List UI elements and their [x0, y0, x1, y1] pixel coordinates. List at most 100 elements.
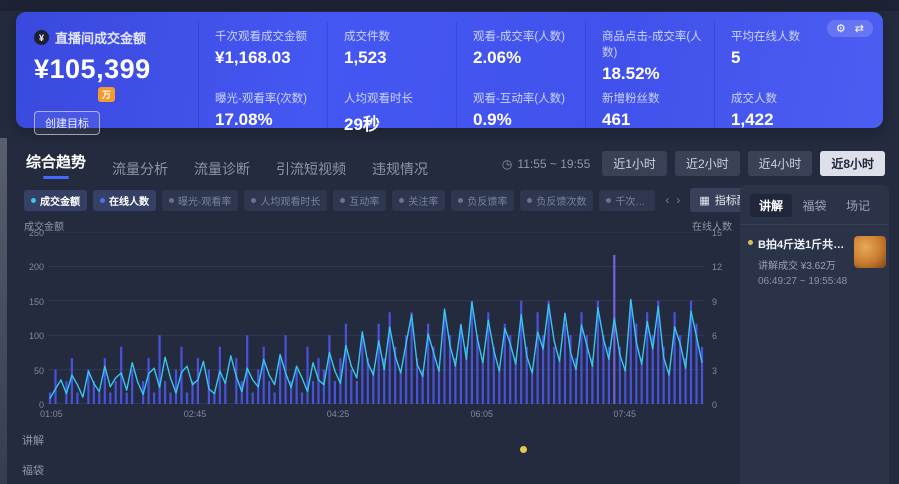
x-tick-label: 07:45: [613, 409, 636, 419]
chip-follow-rate[interactable]: 关注率: [392, 190, 445, 211]
x-tick-label: 02:45: [184, 409, 207, 419]
left-edge-strip: [0, 138, 7, 484]
metric-value: 18.52%: [602, 64, 714, 84]
range-button-1h[interactable]: 近1小时: [602, 151, 667, 176]
right-tick-label: 6: [712, 331, 717, 341]
nav-tab-bar: 综合趋势 流量分析 流量诊断 引流短视频 违规情况: [26, 151, 428, 179]
metric-chip-bar: 成交金额 在线人数 曝光-观看率 人均观看时长 互动率 关注率 负反馈率 负反馈…: [24, 188, 768, 212]
chip-interaction-rate[interactable]: 互动率: [333, 190, 386, 211]
range-button-8h[interactable]: 近8小时: [820, 151, 885, 176]
chip-label: 成交金额: [40, 193, 80, 208]
chip-label: 在线人数: [109, 193, 149, 208]
metric-cell: 观看-成交率(人数)2.06%: [456, 22, 585, 84]
tab-label: 综合趋势: [26, 154, 86, 171]
chip-avg-watch-time[interactable]: 人均观看时长: [244, 190, 327, 211]
metric-label: 成交件数: [344, 28, 456, 44]
chip-label: 负反馈次数: [536, 193, 586, 208]
item-deal-amount: 讲解成交 ¥3.62万: [758, 257, 850, 272]
chip-pagination: ‹ ›: [665, 193, 680, 207]
metric-value: 17.08%: [215, 110, 327, 130]
tab-traffic-analysis[interactable]: 流量分析: [112, 159, 168, 179]
chip-online-users[interactable]: 在线人数: [93, 190, 156, 211]
chip-label: 互动率: [349, 193, 379, 208]
main-metric-label-row: ¥ 直播间成交金额: [34, 28, 198, 47]
metric-cell: 成交人数1,422: [714, 84, 843, 135]
right-tick-label: 15: [712, 228, 722, 238]
tab-label: 流量分析: [112, 161, 168, 177]
time-range-text: 11:55 ~ 19:55: [517, 157, 590, 171]
series-dot-icon: [251, 198, 256, 203]
metric-label: 千次观看成交金额: [215, 28, 327, 44]
main-metric-block: ¥ 直播间成交金额 ¥105,399 万 创建目标: [16, 12, 198, 128]
card-icon-group: ⚙ ⇄: [827, 20, 873, 37]
side-panel-tab-bar: 讲解 福袋 场记: [740, 185, 889, 225]
metric-cell: 观看-互动率(人数)0.9%: [456, 84, 585, 135]
range-button-4h[interactable]: 近4小时: [748, 151, 813, 176]
tab-traffic-diagnosis[interactable]: 流量诊断: [194, 159, 250, 179]
side-tab-luckybag[interactable]: 福袋: [793, 194, 835, 217]
metric-cell: 千次观看成交金额 ¥1,168.03: [198, 22, 327, 84]
session-side-panel: 讲解 福袋 场记 B拍4斤送1斤共35-4... 讲解成交 ¥3.62万 06:…: [740, 185, 889, 484]
metric-cell: 新增粉丝数461: [585, 84, 714, 135]
main-metric-label: 直播间成交金额: [55, 28, 146, 47]
chip-negative-feedback-count[interactable]: 负反馈次数: [520, 190, 593, 211]
metric-value: 5: [731, 48, 843, 68]
yen-circle-icon: ¥: [34, 30, 49, 45]
tab-overall-trend[interactable]: 综合趋势: [26, 151, 86, 179]
event-marker-dot[interactable]: [520, 446, 527, 453]
tab-label: 流量诊断: [194, 161, 250, 177]
product-thumbnail: [854, 236, 886, 268]
chip-label: 千次观看: [615, 193, 648, 208]
left-tick-label: 50: [34, 366, 44, 376]
item-title: B拍4斤送1斤共35-4...: [758, 236, 850, 252]
side-tab-explain[interactable]: 讲解: [750, 194, 792, 217]
chart-svg: [48, 232, 704, 404]
explain-list-item[interactable]: B拍4斤送1斤共35-4... 讲解成交 ¥3.62万 06:49:27 ~ 1…: [740, 225, 889, 287]
metric-label: 曝光-观看率(次数): [215, 90, 327, 106]
chip-negative-feedback-rate[interactable]: 负反馈率: [451, 190, 514, 211]
chip-prev-icon[interactable]: ‹: [665, 193, 669, 207]
x-axis-ticks: 01:0502:4504:2506:0507:45: [48, 409, 704, 421]
chip-next-icon[interactable]: ›: [676, 193, 680, 207]
series-dot-icon: [606, 198, 611, 203]
series-dot-icon: [169, 198, 174, 203]
side-tab-notes[interactable]: 场记: [837, 194, 879, 217]
unit-badge: 万: [98, 87, 115, 102]
metric-cell: 人均观看时长 29秒: [327, 84, 456, 135]
create-goal-button[interactable]: 创建目标: [34, 111, 100, 135]
metric-value: 1,523: [344, 48, 456, 68]
tab-short-video[interactable]: 引流短视频: [276, 159, 346, 179]
active-tab-underline: [43, 176, 69, 179]
main-metric-value: ¥105,399: [34, 54, 198, 85]
swap-arrows-icon[interactable]: ⇄: [855, 22, 864, 35]
metric-value: 1,422: [731, 110, 843, 130]
range-button-2h[interactable]: 近2小时: [675, 151, 740, 176]
chip-label: 人均观看时长: [260, 193, 320, 208]
metric-value: ¥1,168.03: [215, 48, 327, 68]
left-tick-label: 200: [29, 262, 44, 272]
x-tick-label: 04:25: [327, 409, 350, 419]
metric-value: 2.06%: [473, 48, 585, 68]
trend-chart-plot[interactable]: [48, 232, 704, 404]
timeline-row-label-luckybag: 福袋: [22, 462, 44, 478]
clock-icon: ◷: [502, 157, 512, 171]
chip-gmv[interactable]: 成交金额: [24, 190, 87, 211]
right-tick-label: 3: [712, 366, 717, 376]
chip-per-thousand-views[interactable]: 千次观看: [599, 190, 655, 211]
header-metrics-card: ¥ 直播间成交金额 ¥105,399 万 创建目标 千次观看成交金额 ¥1,168…: [16, 12, 883, 128]
metric-label: 人均观看时长: [344, 90, 456, 106]
timeline-row-label-explain: 讲解: [22, 432, 44, 448]
metric-cell: 成交件数 1,523: [327, 22, 456, 84]
chip-label: 曝光-观看率: [178, 193, 231, 208]
chip-label: 关注率: [408, 193, 438, 208]
chip-exposure-view-rate[interactable]: 曝光-观看率: [162, 190, 238, 211]
tab-violations[interactable]: 违规情况: [372, 159, 428, 179]
right-tick-label: 9: [712, 297, 717, 307]
grid-icon: ▦: [699, 194, 709, 207]
metric-cell: 平均在线人数5: [714, 22, 843, 84]
metric-value: 29秒: [344, 110, 456, 135]
metric-cell: 商品点击-成交率(人数)18.52%: [585, 22, 714, 84]
settings-gear-icon[interactable]: ⚙: [836, 22, 846, 35]
metric-grid: 千次观看成交金额 ¥1,168.03 曝光-观看率(次数) 17.08% 成交件数 1…: [198, 12, 883, 128]
time-range: ◷ 11:55 ~ 19:55: [502, 157, 590, 171]
